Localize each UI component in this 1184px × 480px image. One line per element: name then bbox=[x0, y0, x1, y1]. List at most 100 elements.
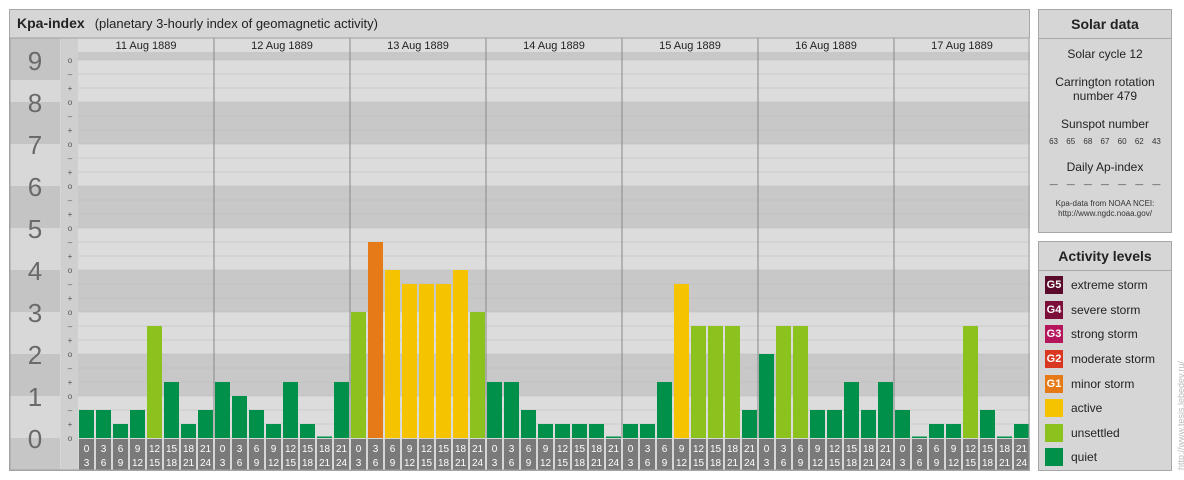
interval-end-label: 3 bbox=[628, 458, 634, 469]
interval-end-label: 18 bbox=[982, 458, 994, 469]
kp-bar bbox=[283, 382, 298, 438]
kp-bar bbox=[266, 424, 281, 438]
interval-start-label: 0 bbox=[84, 444, 90, 455]
y-minor-tick-label: o bbox=[68, 56, 73, 65]
kp-bar bbox=[385, 270, 400, 438]
kp-bar bbox=[640, 424, 655, 438]
interval-end-label: 3 bbox=[220, 458, 226, 469]
interval-start-label: 12 bbox=[693, 444, 705, 455]
interval-end-label: 21 bbox=[999, 458, 1011, 469]
y-tick-label: 5 bbox=[28, 214, 42, 244]
y-minor-tick-label: – bbox=[68, 112, 73, 121]
legend-label: severe storm bbox=[1071, 302, 1141, 317]
y-minor-tick-label: o bbox=[68, 182, 73, 191]
y-minor-tick-label: + bbox=[68, 126, 73, 135]
sunspot-value: 62 bbox=[1134, 137, 1144, 146]
interval-end-label: 24 bbox=[608, 458, 620, 469]
legend-swatch bbox=[1045, 448, 1063, 467]
y-minor-tick-label: + bbox=[68, 294, 73, 303]
kp-bar bbox=[606, 436, 621, 438]
interval-start-label: 6 bbox=[118, 444, 124, 455]
interval-start-label: 0 bbox=[900, 444, 906, 455]
kp-bar bbox=[912, 436, 927, 438]
interval-end-label: 3 bbox=[492, 458, 498, 469]
interval-start-label: 3 bbox=[645, 444, 651, 455]
y-tick-label: 0 bbox=[28, 424, 42, 454]
kp-bar bbox=[963, 325, 978, 438]
y-minor-tick-label: + bbox=[68, 252, 73, 261]
kp-bar bbox=[402, 283, 417, 438]
y-minor-tick-label: o bbox=[68, 434, 73, 443]
kp-bar bbox=[436, 283, 451, 438]
interval-end-label: 21 bbox=[727, 458, 739, 469]
grid-band bbox=[78, 312, 1030, 354]
interval-end-label: 24 bbox=[336, 458, 348, 469]
interval-start-label: 6 bbox=[254, 444, 260, 455]
y-minor-tick-label: + bbox=[68, 210, 73, 219]
y-minor-tick-label: o bbox=[68, 140, 73, 149]
y-minor-tick-label: o bbox=[68, 308, 73, 317]
interval-start-label: 6 bbox=[662, 444, 668, 455]
day-label: 13 Aug 1889 bbox=[387, 40, 449, 52]
day-label: 16 Aug 1889 bbox=[795, 40, 857, 52]
interval-end-label: 9 bbox=[254, 458, 260, 469]
y-minor-tick-label: – bbox=[68, 280, 73, 289]
sunspot-values: 63 65 68 67 60 62 43 bbox=[1039, 137, 1171, 146]
interval-start-label: 12 bbox=[421, 444, 433, 455]
interval-end-label: 3 bbox=[84, 458, 90, 469]
interval-end-label: 3 bbox=[900, 458, 906, 469]
day-label: 17 Aug 1889 bbox=[931, 40, 993, 52]
interval-end-label: 12 bbox=[404, 458, 416, 469]
kp-bar bbox=[555, 424, 570, 438]
ap-index-label: Daily Ap-index bbox=[1066, 160, 1144, 174]
y-minor-tick-label: + bbox=[68, 378, 73, 387]
interval-start-label: 15 bbox=[846, 444, 858, 455]
legend-item: G2 moderate storm bbox=[1045, 347, 1171, 372]
interval-start-label: 0 bbox=[764, 444, 770, 455]
interval-end-label: 15 bbox=[285, 458, 297, 469]
kp-bar bbox=[470, 312, 485, 438]
interval-start-label: 21 bbox=[608, 444, 620, 455]
kp-bar bbox=[759, 354, 774, 438]
interval-start-label: 12 bbox=[965, 444, 977, 455]
interval-end-label: 18 bbox=[166, 458, 178, 469]
kp-bar bbox=[844, 382, 859, 438]
interval-start-label: 15 bbox=[302, 444, 314, 455]
interval-end-label: 24 bbox=[472, 458, 484, 469]
credit-line-1: Kpa-data from NOAA NCEI: bbox=[1055, 199, 1155, 208]
interval-start-label: 18 bbox=[319, 444, 331, 455]
interval-start-label: 3 bbox=[237, 444, 243, 455]
interval-end-label: 9 bbox=[390, 458, 396, 469]
interval-start-label: 9 bbox=[135, 444, 141, 455]
interval-start-label: 21 bbox=[1016, 444, 1028, 455]
source-watermark: http://www.tesis.lebedev.ru/ bbox=[1176, 361, 1184, 470]
interval-start-label: 15 bbox=[982, 444, 994, 455]
legend-label: unsettled bbox=[1071, 425, 1120, 440]
y-minor-tick-label: – bbox=[68, 238, 73, 247]
kp-bar bbox=[130, 409, 145, 438]
interval-end-label: 9 bbox=[526, 458, 532, 469]
kp-bar bbox=[487, 382, 502, 438]
interval-start-label: 9 bbox=[271, 444, 277, 455]
y-minor-tick-label: – bbox=[68, 406, 73, 415]
kp-bar bbox=[929, 424, 944, 438]
interval-start-label: 15 bbox=[438, 444, 450, 455]
interval-start-label: 15 bbox=[574, 444, 586, 455]
y-tick-label: 3 bbox=[28, 298, 42, 328]
grid-band bbox=[78, 144, 1030, 186]
interval-start-label: 0 bbox=[628, 444, 634, 455]
interval-end-label: 9 bbox=[798, 458, 804, 469]
day-label: 15 Aug 1889 bbox=[659, 40, 721, 52]
sunspot-value: 63 bbox=[1049, 137, 1059, 146]
kp-bar bbox=[164, 382, 179, 438]
interval-end-label: 6 bbox=[237, 458, 243, 469]
interval-end-label: 15 bbox=[149, 458, 161, 469]
interval-end-label: 21 bbox=[591, 458, 603, 469]
interval-end-label: 6 bbox=[509, 458, 515, 469]
interval-end-label: 18 bbox=[302, 458, 314, 469]
solar-cycle: Solar cycle 12 bbox=[1067, 47, 1143, 61]
interval-start-label: 12 bbox=[285, 444, 297, 455]
kp-bar bbox=[810, 409, 825, 438]
interval-end-label: 6 bbox=[373, 458, 379, 469]
interval-start-label: 9 bbox=[543, 444, 549, 455]
